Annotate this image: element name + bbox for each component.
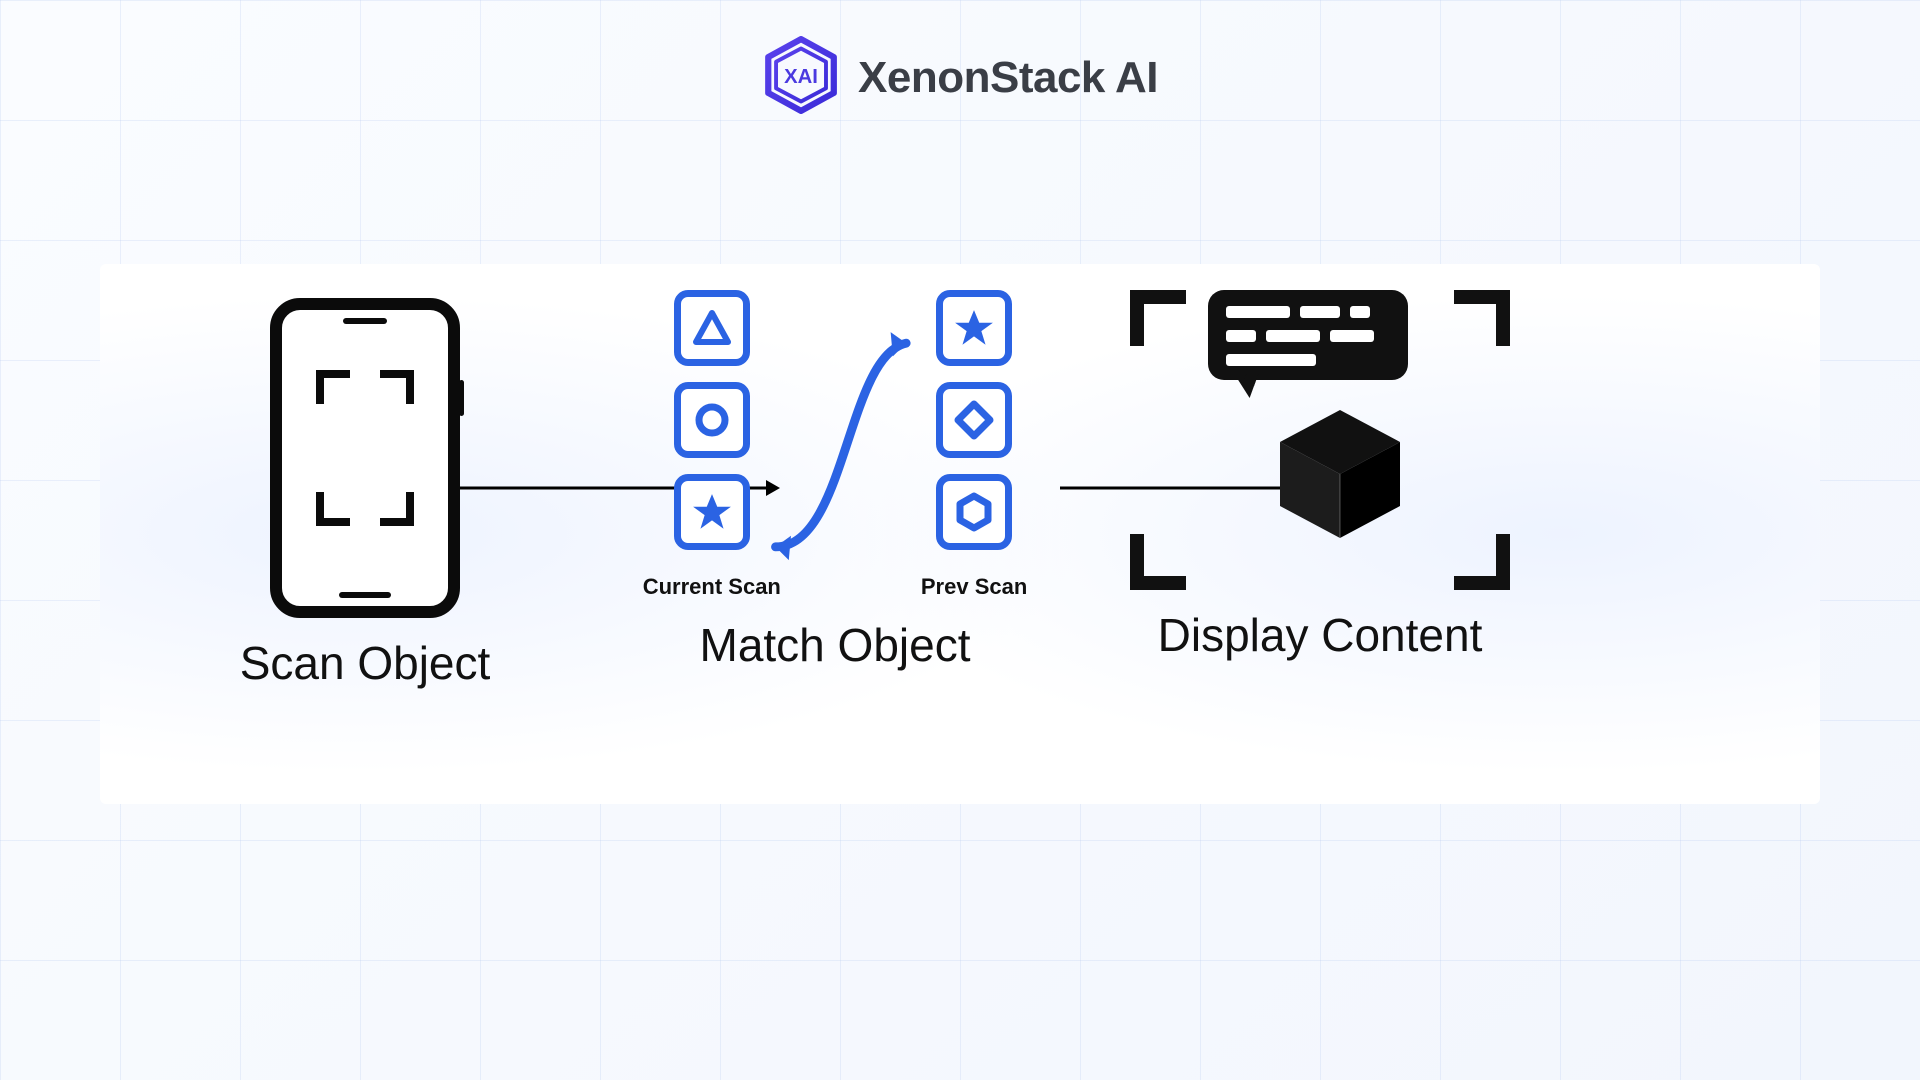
- smartphone-icon: [270, 298, 460, 618]
- diamond-icon: [936, 382, 1012, 458]
- stage-scan-title: Scan Object: [240, 636, 491, 690]
- stage-match: Current Scan Prev Scan: [620, 290, 1050, 672]
- current-scan-column: Current Scan: [643, 290, 781, 600]
- hexagon-icon: [936, 474, 1012, 550]
- circle-icon: [674, 382, 750, 458]
- stage-display-title: Display Content: [1158, 608, 1483, 662]
- cube-3d-icon: [1270, 400, 1410, 540]
- star-icon: [936, 290, 1012, 366]
- viewfinder-icon: [316, 370, 414, 526]
- process-band: Scan Object Current Scan: [100, 264, 1820, 804]
- stage-scan: Scan Object: [180, 298, 550, 690]
- brand-logo-icon: XAI: [762, 36, 840, 119]
- stage-match-title: Match Object: [700, 618, 971, 672]
- stage-display: Display Content: [1100, 290, 1540, 662]
- header: XAI XenonStack AI: [762, 36, 1158, 119]
- brand-logo-text: XAI: [784, 66, 818, 88]
- brand-name: XenonStack AI: [858, 53, 1158, 103]
- current-scan-label: Current Scan: [643, 574, 781, 600]
- chat-bubble-icon: [1208, 290, 1408, 380]
- prev-scan-label: Prev Scan: [921, 574, 1027, 600]
- star-icon: [674, 474, 750, 550]
- triangle-icon: [674, 290, 750, 366]
- display-viewport-icon: [1130, 290, 1510, 590]
- prev-scan-column: Prev Scan: [921, 290, 1027, 600]
